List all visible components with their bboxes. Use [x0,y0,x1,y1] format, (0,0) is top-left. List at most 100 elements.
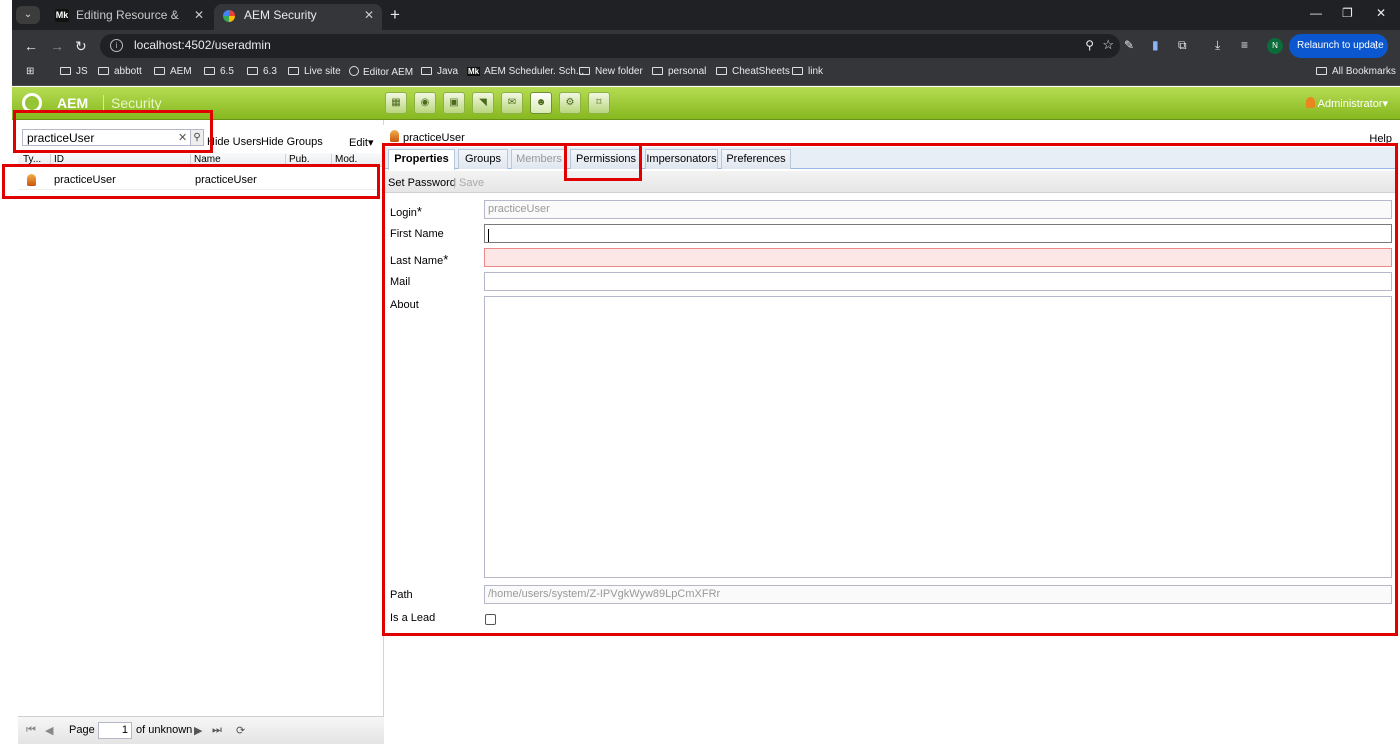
bookmark-label: personal [668,66,707,77]
chevron-down-icon: ▾ [367,137,374,149]
tab-search-chevron-icon[interactable]: ⌄ [16,6,40,24]
hide-groups-button[interactable]: Hide Groups [261,136,323,148]
bookmark-aem[interactable]: AEM [154,66,192,77]
browser-tab-aem-security[interactable]: AEM Security ✕ [214,4,382,30]
mk-favicon-icon: Mk [55,9,69,22]
user-list-panel: ✕ ⚲ Hide Users Hide Groups Edit▾ Ty... I… [18,120,384,744]
tagging-console-icon[interactable]: ⌑ [588,92,610,114]
url-text: localhost:4502/useradmin [134,38,271,52]
aem-header: AEM Security ▦ ◉ ▣ ◥ ✉ ☻ ⚙ ⌑ Administrat… [12,87,1400,120]
bookmark-editor-aem[interactable]: Editor AEM [349,66,413,78]
annotation-box-user-row [2,164,380,199]
bookmark-label: AEM Scheduler. Sch... [484,66,585,77]
folder-icon [204,67,215,75]
last-page-icon[interactable]: ⏭ [212,724,222,737]
eyedropper-extension-icon[interactable]: ✎ [1124,38,1134,52]
bookmark-personal[interactable]: personal [652,66,706,77]
folder-icon [98,67,109,75]
close-tab-icon[interactable]: ✕ [364,4,374,26]
profile-avatar[interactable]: N [1267,38,1283,54]
new-tab-icon[interactable]: + [390,5,400,25]
apps-grid-icon[interactable]: ⊞ [26,66,34,77]
globe-console-icon[interactable]: ◉ [414,92,436,114]
all-bookmarks[interactable]: All Bookmarks [1316,66,1396,77]
reload-icon[interactable]: ↻ [75,38,87,55]
of-unknown-label: of unknown [136,724,193,736]
bookmark-aem-scheduler[interactable]: Mk AEM Scheduler. Sch... [467,66,584,77]
browser-tab-editing-resource[interactable]: Mk Editing Resource & Resource R ✕ [46,4,212,44]
browser-tabstrip: ⌄ Mk Editing Resource & Resource R ✕ AEM… [12,0,1400,44]
user-menu-label: Administrator [1317,98,1383,110]
bookmark-java[interactable]: Java [421,66,458,77]
mk-icon: Mk [467,67,481,76]
panel-title: practiceUser [390,129,465,144]
user-icon [1305,97,1315,108]
bookmark-live-site[interactable]: Live site [288,66,341,77]
address-bar[interactable]: i localhost:4502/useradmin ⚲ ☆ [100,34,1120,58]
bookmark-label: All Bookmarks [1332,66,1396,77]
bookmark-label: AEM [170,66,192,77]
bookmark-link[interactable]: link [792,66,823,77]
hide-users-button[interactable]: Hide Users [207,136,261,148]
bookmark-label: abbott [114,66,142,77]
globe-icon [349,66,359,76]
sites-console-icon[interactable]: ▦ [385,92,407,114]
browser-tab-label: AEM Security [244,8,317,22]
page-label: Page [69,724,95,736]
forward-icon[interactable]: → [50,38,64,54]
aem-product-title: AEM [57,95,89,111]
zoom-icon[interactable]: ⚲ [1085,38,1094,52]
back-icon[interactable]: ← [24,38,38,54]
folder-icon [652,67,663,75]
close-window-icon[interactable]: ✕ [1376,6,1386,20]
folder-icon [421,67,432,75]
relaunch-button[interactable]: Relaunch to update ⋮ [1289,34,1388,58]
menu-dots-icon: ⋮ [1371,40,1381,51]
next-page-icon[interactable]: ▶ [194,724,202,737]
folder-icon [288,67,299,75]
previous-page-icon[interactable]: ◀ [45,724,53,737]
minimize-icon[interactable]: — [1310,6,1322,20]
restore-icon[interactable]: ❐ [1342,6,1353,20]
site-info-icon[interactable]: i [110,39,123,52]
bookmark-cheatsheets[interactable]: CheatSheets [716,66,790,77]
user-menu[interactable]: Administrator▾ [1305,97,1388,110]
folder-icon [792,67,803,75]
users-console-icon[interactable]: ☻ [530,92,552,114]
folder-icon [247,67,258,75]
bookmark-new-folder[interactable]: New folder [579,66,643,77]
annotation-box-properties [382,143,1398,636]
tools-console-icon[interactable]: ⚙ [559,92,581,114]
inbox-console-icon[interactable]: ✉ [501,92,523,114]
page-number-input[interactable]: 1 [98,722,132,739]
bookmarks-bar: ⊞ JS abbott AEM 6.5 6.3 Live site Editor… [12,62,1400,86]
bookmark-abbott[interactable]: abbott [98,66,142,77]
aem-console-title: Security [103,95,162,111]
extensions-puzzle-icon[interactable]: ⧉ [1178,38,1187,53]
refresh-icon[interactable]: ⟳ [236,724,245,737]
bookmark-label: New folder [595,66,643,77]
chevron-down-icon: ▾ [1382,98,1388,110]
download-icon[interactable]: ⤓ [1215,38,1220,53]
bookmark-label: link [808,66,824,77]
campaign-console-icon[interactable]: ◥ [472,92,494,114]
extension-doc-icon[interactable]: ▮ [1152,38,1159,52]
bookmark-label: Java [437,66,459,77]
user-icon [390,130,399,142]
google-favicon-icon [223,10,235,22]
first-page-icon[interactable]: ⏮ [26,724,36,737]
dam-console-icon[interactable]: ▣ [443,92,465,114]
bookmark-js[interactable]: JS [60,66,88,77]
edit-menu-button[interactable]: Edit▾ [349,136,374,149]
bookmark-6-3[interactable]: 6.3 [247,66,277,77]
folder-icon [716,67,727,75]
media-queue-icon[interactable]: ≡ [1241,38,1248,52]
browser-toolbar: ← → ↻ i localhost:4502/useradmin ⚲ ☆ ✎ ▮… [12,30,1400,62]
annotation-box-search [13,110,213,153]
bookmark-6-5[interactable]: 6.5 [204,66,234,77]
bookmark-star-icon[interactable]: ☆ [1102,37,1114,53]
bookmark-label: 6.5 [220,66,234,77]
edit-label: Edit [349,137,368,149]
close-tab-icon[interactable]: ✕ [194,4,204,26]
browser-window: ⌄ Mk Editing Resource & Resource R ✕ AEM… [2,0,1400,744]
